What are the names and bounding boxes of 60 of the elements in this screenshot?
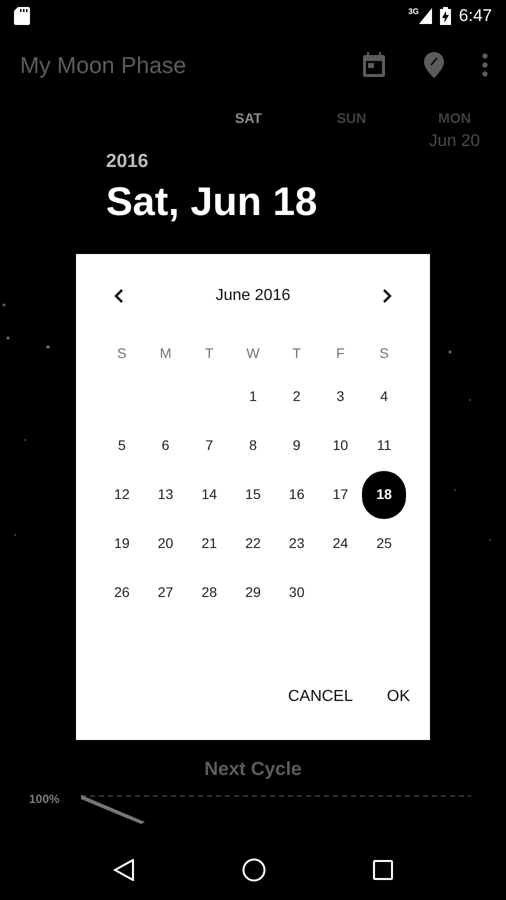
day-button[interactable]: 4 [362, 372, 406, 420]
day-button[interactable]: 12 [100, 470, 144, 518]
day-tab[interactable]: SAT [235, 108, 262, 129]
location-pin-icon[interactable] [424, 52, 444, 78]
day-button[interactable]: 25 [362, 520, 406, 568]
day-button[interactable]: 24 [318, 520, 362, 568]
previous-month-icon[interactable] [114, 289, 124, 303]
signal-icon [418, 8, 432, 24]
day-button[interactable]: 1 [231, 372, 275, 420]
selected-date: Sat, Jun 18 [106, 178, 318, 226]
dialog-button[interactable]: OK [374, 679, 422, 715]
next-month-icon[interactable] [382, 289, 392, 303]
day-button[interactable]: 21 [187, 520, 232, 568]
day-button[interactable]: 15 [231, 470, 275, 518]
status-time: 6:47 [458, 5, 492, 28]
weekday-label: S [117, 344, 127, 362]
calendar-icon[interactable] [362, 52, 386, 78]
day-button[interactable]: 22 [231, 520, 275, 568]
weekday-label: S [379, 344, 389, 362]
axis-label: 100% [29, 792, 60, 804]
day-button[interactable]: 10 [318, 422, 362, 470]
day-button[interactable]: 5 [100, 422, 144, 470]
recents-icon[interactable] [372, 860, 393, 880]
back-icon[interactable] [113, 859, 136, 881]
day-button[interactable]: 7 [187, 422, 232, 470]
day-date: Jun 20 [428, 130, 480, 152]
weekday-label: W [246, 344, 260, 362]
day-button[interactable]: 8 [231, 422, 275, 470]
day-button[interactable]: 23 [274, 520, 319, 568]
day-button[interactable]: 27 [144, 568, 188, 616]
weekday-label: M [160, 344, 172, 362]
more-options-icon[interactable] [482, 53, 488, 77]
selected-year[interactable]: 2016 [106, 148, 430, 176]
day-button[interactable]: 2 [274, 372, 319, 420]
day-button[interactable]: 11 [362, 422, 406, 470]
day-button[interactable]: 19 [100, 520, 144, 568]
day-button[interactable]: 17 [318, 470, 362, 518]
day-button[interactable]: 18 [362, 470, 406, 518]
battery-icon [440, 7, 451, 25]
day-button[interactable]: 13 [144, 470, 188, 518]
dialog-button[interactable]: CANCEL [276, 679, 365, 715]
day-button[interactable]: 26 [100, 568, 144, 616]
app-title: My Moon Phase [20, 50, 188, 80]
month-title: June 2016 [216, 286, 290, 306]
network-type: 3G [408, 8, 419, 16]
day-button[interactable]: 16 [274, 470, 319, 518]
day-button[interactable]: 6 [144, 422, 188, 470]
home-icon[interactable] [242, 858, 266, 882]
day-button[interactable]: 14 [187, 470, 232, 518]
sd-card-icon [14, 7, 30, 25]
day-button[interactable]: 9 [274, 422, 319, 470]
day-button[interactable]: 3 [318, 372, 362, 420]
day-button[interactable]: 30 [274, 568, 319, 616]
day-button[interactable]: 28 [187, 568, 232, 616]
weekday-label: T [205, 344, 214, 362]
chart-title: Next Cycle [204, 758, 302, 782]
day-button[interactable]: 29 [231, 568, 275, 616]
weekday-label: T [292, 344, 301, 362]
day-button[interactable]: 20 [144, 520, 188, 568]
weekday-label: F [336, 344, 345, 362]
